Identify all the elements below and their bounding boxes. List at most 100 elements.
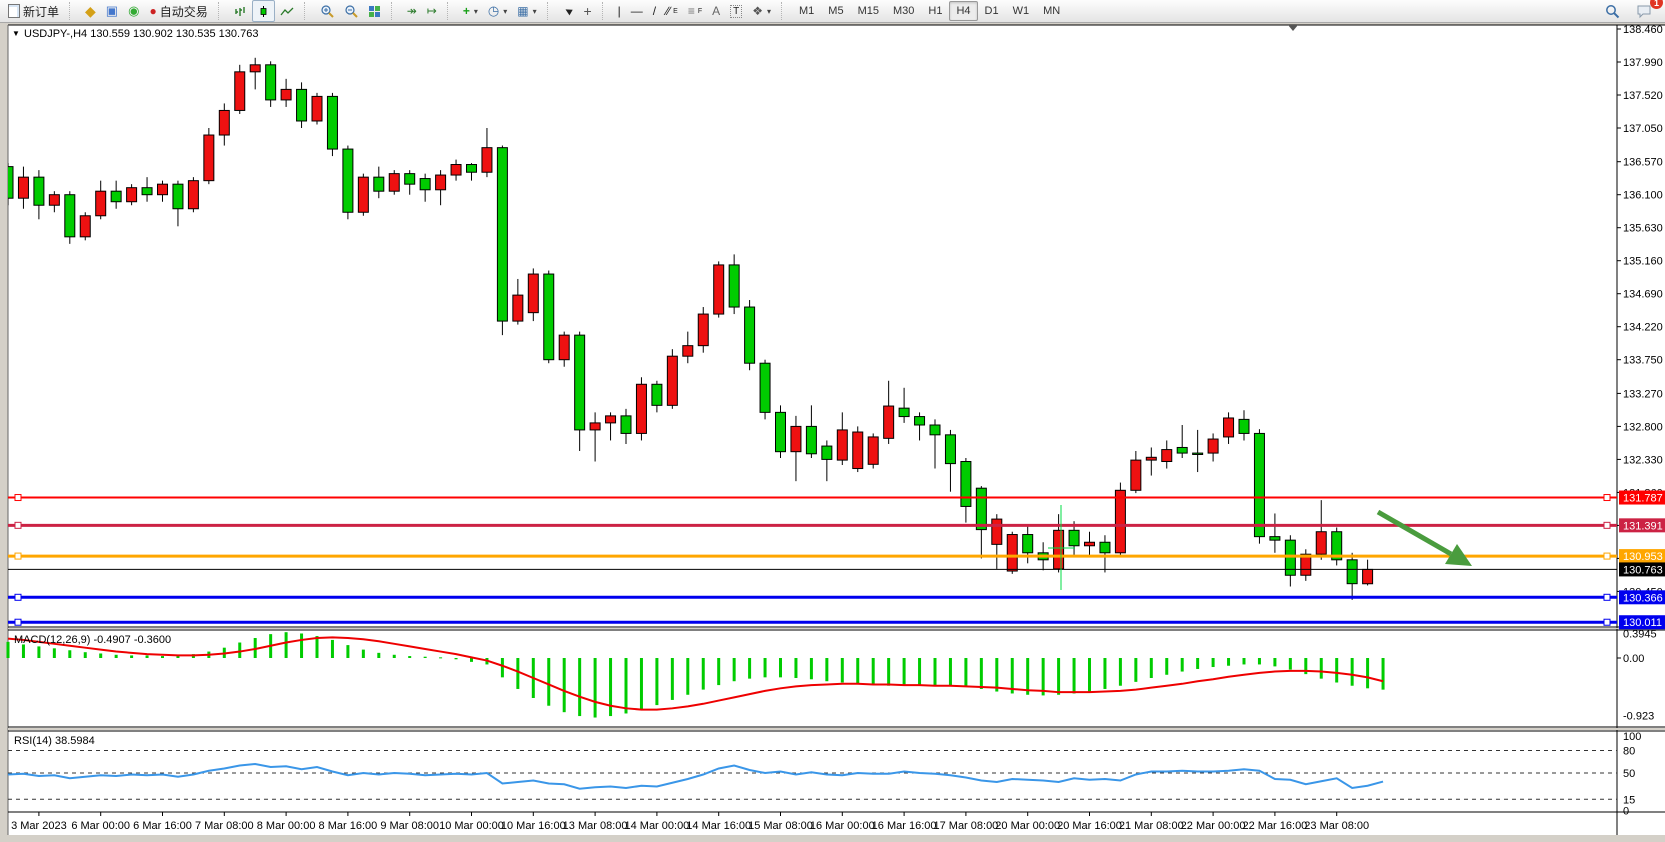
- macd-histogram-bar: [1134, 658, 1137, 682]
- line-handle[interactable]: [1604, 553, 1610, 559]
- periods-button[interactable]: ◷▾: [483, 0, 512, 22]
- bull-candle: [528, 274, 538, 313]
- timeframe-MN[interactable]: MN: [1036, 1, 1067, 21]
- line-handle[interactable]: [15, 553, 21, 559]
- macd-histogram-bar: [764, 658, 767, 677]
- crosshair-icon: +: [583, 5, 591, 17]
- timeframe-H4[interactable]: H4: [949, 1, 977, 21]
- macd-histogram-bar: [655, 658, 658, 705]
- price-tick-label: 136.570: [1623, 157, 1663, 169]
- chart-shift-button[interactable]: ↦: [422, 0, 442, 22]
- macd-histogram-bar: [115, 655, 118, 658]
- bear-candle: [1193, 453, 1203, 454]
- timeframe-M1[interactable]: M1: [792, 1, 821, 21]
- svg-text:80: 80: [1623, 746, 1635, 758]
- toolbar-separator: [447, 2, 453, 20]
- line-chart-button[interactable]: [275, 0, 299, 22]
- signal-button[interactable]: ◉: [123, 0, 144, 22]
- bull-candle: [683, 346, 693, 357]
- candlestick-chart-icon: [257, 5, 270, 18]
- candlestick-chart-button[interactable]: [252, 0, 275, 22]
- arrows-tool-button[interactable]: ❖▾: [747, 0, 776, 22]
- macd-histogram-bar: [300, 633, 303, 658]
- timeframe-W1[interactable]: W1: [1006, 1, 1037, 21]
- line-handle[interactable]: [1604, 495, 1610, 501]
- new-order-button[interactable]: 新订单: [3, 0, 64, 22]
- zoom-in-icon: [320, 4, 334, 18]
- line-handle[interactable]: [15, 619, 21, 625]
- macd-histogram-bar: [424, 657, 427, 658]
- data-window-button[interactable]: ▣: [101, 0, 123, 22]
- bull-candle: [1085, 542, 1095, 546]
- line-handle[interactable]: [15, 522, 21, 528]
- bar-chart-button[interactable]: [229, 0, 252, 22]
- bull-candle: [698, 314, 708, 346]
- bear-candle: [497, 148, 507, 321]
- horizontal-line-button[interactable]: —: [626, 0, 648, 22]
- channel-icon: ∕∕: [666, 5, 670, 17]
- trendline-button[interactable]: /: [648, 0, 661, 22]
- templates-button[interactable]: ▦▾: [512, 0, 541, 22]
- autotrading-button[interactable]: ● 自动交易: [144, 0, 212, 22]
- bull-candle: [513, 295, 523, 321]
- template-icon: ▦: [517, 5, 528, 17]
- text-tool-button[interactable]: A: [707, 0, 725, 22]
- macd-histogram-bar: [455, 658, 458, 659]
- notification-badge: 1: [1650, 0, 1663, 9]
- cursor-button[interactable]: ▲: [558, 0, 579, 22]
- timeframe-D1[interactable]: D1: [978, 1, 1006, 21]
- macd-histogram-bar: [53, 648, 56, 658]
- label-tool-button[interactable]: T: [725, 0, 747, 22]
- macd-histogram-bar: [68, 650, 71, 658]
- zoom-in-button[interactable]: [315, 0, 339, 22]
- current-price-label: 130.763: [1623, 564, 1663, 576]
- bull-candle: [590, 423, 600, 430]
- indicators-button[interactable]: +▾: [458, 0, 483, 22]
- bull-candle: [250, 65, 260, 72]
- bear-candle: [544, 274, 554, 360]
- line-handle[interactable]: [1604, 594, 1610, 600]
- line-handle[interactable]: [1604, 522, 1610, 528]
- bear-candle: [173, 184, 183, 209]
- bear-candle: [930, 425, 940, 435]
- timeframe-H1[interactable]: H1: [921, 1, 949, 21]
- tile-windows-button[interactable]: [363, 0, 386, 22]
- timeframe-group: M1M5M15M30H1H4D1W1MN: [789, 0, 1070, 22]
- auto-scroll-button[interactable]: ↠: [402, 0, 422, 22]
- macd-histogram-bar: [362, 650, 365, 658]
- timeframe-M15[interactable]: M15: [851, 1, 886, 21]
- macd-histogram-bar: [331, 640, 334, 658]
- bull-candle: [1007, 535, 1017, 572]
- toolbar-separator: [69, 2, 75, 20]
- timeframe-M30[interactable]: M30: [886, 1, 921, 21]
- chart-canvas[interactable]: 138.460137.990137.520137.050136.570136.1…: [0, 0, 1665, 842]
- fibonacci-button[interactable]: ≡F: [683, 0, 707, 22]
- chat-button[interactable]: 1: [1631, 0, 1657, 22]
- timeframe-M5[interactable]: M5: [821, 1, 850, 21]
- search-button[interactable]: [1600, 0, 1625, 22]
- rsi-label: RSI(14) 38.5984: [14, 735, 95, 747]
- macd-histogram-bar: [1320, 658, 1323, 679]
- bull-candle: [158, 184, 168, 195]
- bear-candle: [1270, 537, 1280, 541]
- channel-button[interactable]: ∕∕E: [661, 0, 683, 22]
- svg-text:50: 50: [1623, 768, 1635, 780]
- horizontal-line-icon: —: [631, 5, 643, 17]
- line-handle[interactable]: [1604, 619, 1610, 625]
- bear-candle: [915, 417, 925, 425]
- macd-histogram-bar: [640, 658, 643, 710]
- line-handle[interactable]: [15, 495, 21, 501]
- bull-candle: [1054, 530, 1064, 569]
- macd-histogram-bar: [1335, 658, 1338, 683]
- macd-histogram-bar: [238, 643, 241, 658]
- bull-candle: [1363, 569, 1373, 583]
- crosshair-button[interactable]: +: [578, 0, 596, 22]
- line-handle[interactable]: [15, 594, 21, 600]
- macd-histogram-bar: [1119, 658, 1122, 686]
- bull-candle: [18, 177, 28, 198]
- autotrading-label: 自动交易: [160, 3, 208, 20]
- zoom-out-button[interactable]: [339, 0, 363, 22]
- vertical-line-button[interactable]: |: [613, 0, 626, 22]
- market-watch-button[interactable]: ◆: [80, 0, 101, 22]
- time-tick-label: 23 Mar 08:00: [1304, 820, 1369, 832]
